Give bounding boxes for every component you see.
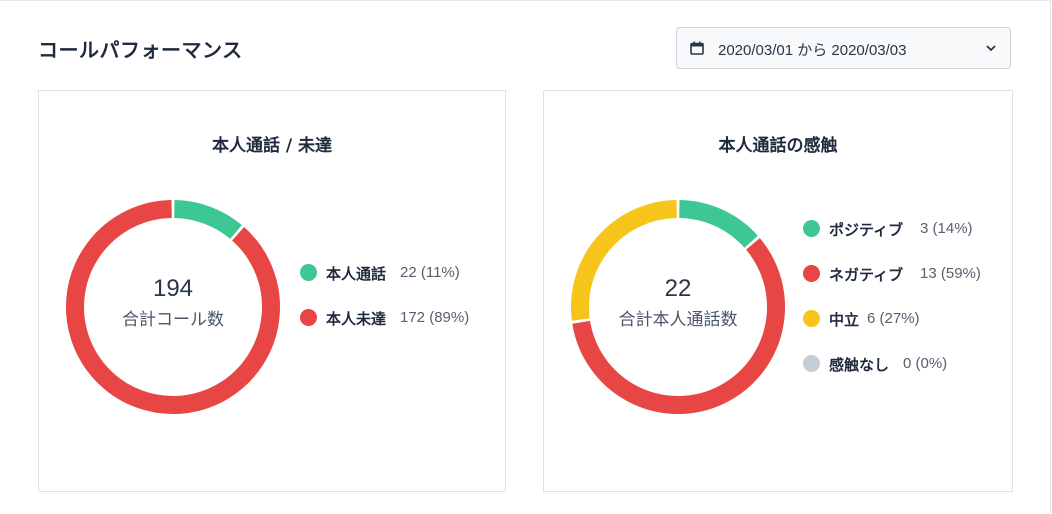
legend-name: 感触なし xyxy=(829,356,890,374)
legend-dot xyxy=(803,310,820,327)
legend-value: 13 (59%) xyxy=(920,265,981,282)
total-reached-label: 合計本人通話数 xyxy=(618,310,738,330)
donut-segment-0 xyxy=(678,200,758,248)
legend-name: 本人未達 xyxy=(326,310,387,328)
legend-name: ネガティブ xyxy=(829,266,904,284)
legend-value: 172 (89%) xyxy=(400,309,470,326)
chart-title: 本人通話 / 未達 xyxy=(211,136,333,156)
legend-dot xyxy=(300,264,317,281)
legend-dot xyxy=(803,355,820,372)
date-range-picker[interactable]: 2020/03/01 から 2020/03/03 xyxy=(676,27,1011,69)
calendar-icon xyxy=(690,41,704,55)
chevron-down-icon xyxy=(986,45,996,52)
total-calls-label: 合計コール数 xyxy=(122,310,224,330)
total-calls-value: 194 xyxy=(152,275,194,302)
legend-value: 22 (11%) xyxy=(400,264,460,281)
chart-card-reach: 本人通話 / 未達 194 合計コール数 本人通話 22 (11%) 本人未達 … xyxy=(38,90,506,492)
legend-dot xyxy=(803,265,820,282)
legend-name: 中立 xyxy=(829,311,860,329)
legend-value: 6 (27%) xyxy=(867,310,920,327)
total-reached-value: 22 xyxy=(664,275,692,302)
chart-title: 本人通話の感触 xyxy=(718,136,838,156)
legend-name: ポジティブ xyxy=(829,221,904,239)
legend-name: 本人通話 xyxy=(326,265,387,283)
chart-card-sentiment: 本人通話の感触 22 合計本人通話数 ポジティブ 3 (14%) ネガティブ 1… xyxy=(543,90,1013,492)
date-range-text: 2020/03/01 から 2020/03/03 xyxy=(718,42,907,59)
donut-segment-0 xyxy=(173,200,242,240)
legend-value: 3 (14%) xyxy=(920,220,973,237)
page-title: コールパフォーマンス xyxy=(38,38,243,62)
donut-segment-2 xyxy=(571,200,677,321)
legend-value: 0 (0%) xyxy=(903,355,948,372)
legend-dot xyxy=(803,220,820,237)
legend-dot xyxy=(300,309,317,326)
